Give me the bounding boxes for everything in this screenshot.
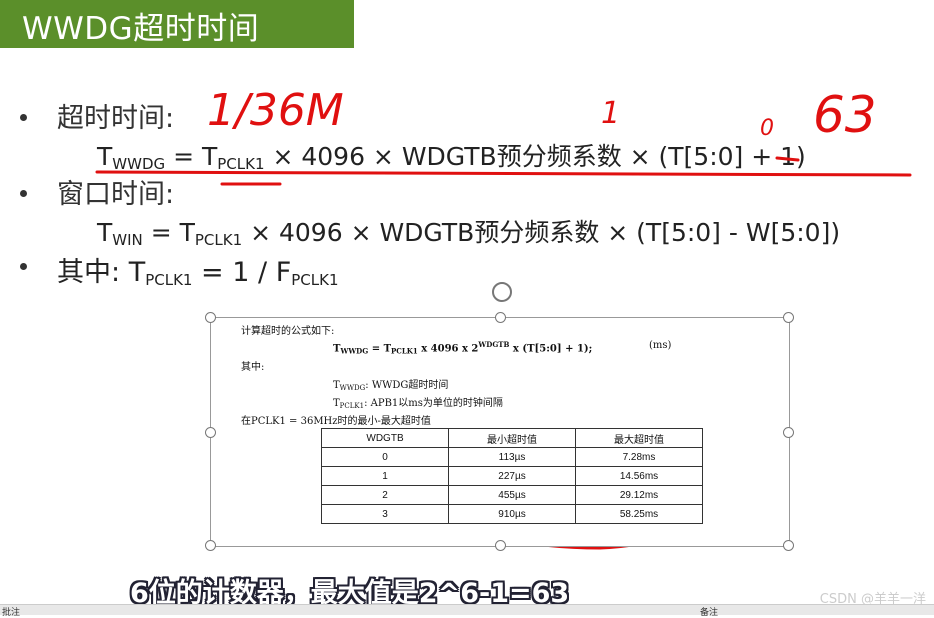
table-row: 3 910µs 58.25ms (321, 504, 703, 524)
toolbar-notes-button[interactable]: 备注 (700, 605, 718, 618)
resize-handle-w[interactable] (205, 427, 216, 438)
resize-handle-s[interactable] (495, 540, 506, 551)
annotation-0: 0 (760, 116, 774, 141)
resize-handle-n[interactable] (495, 312, 506, 323)
annotation-1-36m: 1/36M (207, 85, 344, 136)
table-cell: 910µs (448, 504, 576, 524)
table-cell: 58.25ms (575, 504, 703, 524)
table-cell: 14.56ms (575, 466, 703, 486)
resize-handle-se[interactable] (783, 540, 794, 551)
doc-where: 其中: (241, 362, 265, 373)
annotation-1: 1 (601, 96, 620, 131)
doc-def-pclk: TPCLK1: APB1以ms为单位的时钟间隔 (333, 398, 503, 410)
resize-handle-ne[interactable] (783, 312, 794, 323)
table-cell: 0 (321, 447, 449, 467)
table-cell: 455µs (448, 485, 576, 505)
table-row: 1 227µs 14.56ms (321, 466, 703, 486)
table-row: 2 455µs 29.12ms (321, 485, 703, 505)
table-row: 0 113µs 7.28ms (321, 447, 703, 467)
status-toolbar: 批注 备注 (0, 604, 934, 618)
toolbar-left-label[interactable]: 批注 (2, 605, 20, 618)
doc-def-wwdg: TWWDG: WWDG超时时间 (333, 380, 449, 392)
resize-handle-sw[interactable] (205, 540, 216, 551)
table-cell: 7.28ms (575, 447, 703, 467)
table-cell: 227µs (448, 466, 576, 486)
resize-handle-e[interactable] (783, 427, 794, 438)
embedded-doc: 计算超时的公式如下: TWWDG = TPCLK1 x 4096 x 2WDGT… (223, 320, 763, 542)
doc-unit: (ms) (649, 340, 672, 351)
underline-formula (95, 170, 912, 177)
table-cell: 113µs (448, 447, 576, 467)
table-cell: 2 (321, 485, 449, 505)
wdgtb-table: WDGTB 最小超时值 最大超时值 0 113µs 7.28ms 1 227µs… (321, 428, 703, 524)
doc-formula: TWWDG = TPCLK1 x 4096 x 2WDGTB x (T[5:0]… (333, 340, 593, 356)
table-header: 最小超时值 (448, 428, 576, 448)
table-cell: 1 (321, 466, 449, 486)
doc-heading: 计算超时的公式如下: (241, 326, 335, 337)
rotate-handle-icon[interactable] (492, 282, 512, 302)
table-header: WDGTB (321, 428, 449, 448)
table-header: 最大超时值 (575, 428, 703, 448)
table-header-row: WDGTB 最小超时值 最大超时值 (321, 428, 703, 448)
mark-t-underline (775, 156, 800, 162)
annotation-63: 63 (813, 86, 877, 144)
table-cell: 29.12ms (575, 485, 703, 505)
doc-table-caption: 在PCLK1 = 36MHz时的最小-最大超时值 (241, 416, 431, 427)
resize-handle-nw[interactable] (205, 312, 216, 323)
embedded-image[interactable]: 计算超时的公式如下: TWWDG = TPCLK1 x 4096 x 2WDGT… (210, 317, 790, 547)
table-cell: 3 (321, 504, 449, 524)
